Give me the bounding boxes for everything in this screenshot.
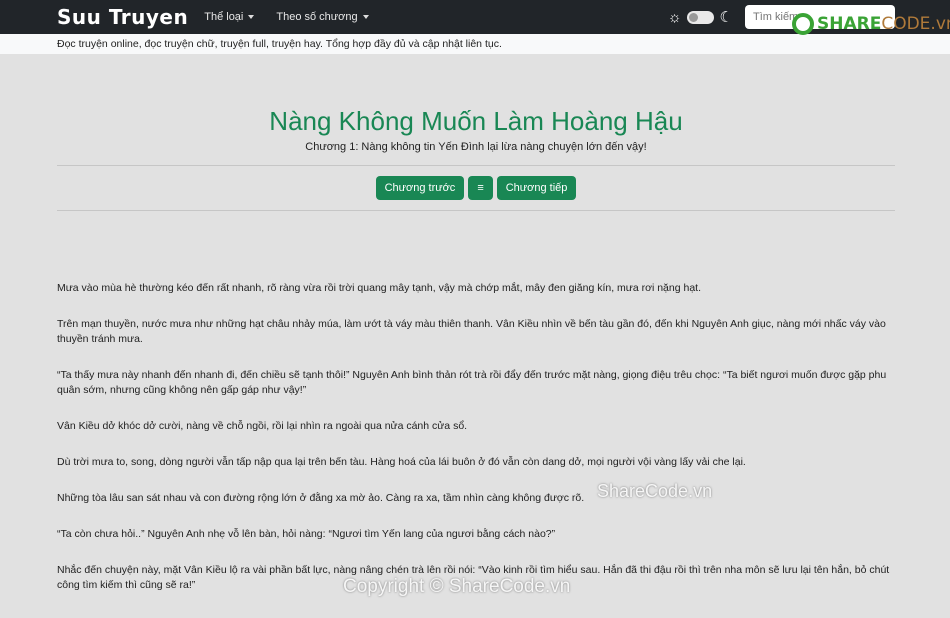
caret-down-icon (362, 15, 369, 20)
sun-icon: ☼ (667, 8, 682, 26)
genre-label: Thể loại (204, 11, 244, 23)
paragraph: Trên mạn thuyền, nước mưa như những hạt … (57, 318, 886, 345)
caret-down-icon (248, 15, 255, 20)
sharecode-watermark-logo: SHARE CODE.vn (792, 13, 950, 35)
watermark-text: ShareCode.vn (597, 481, 713, 501)
paragraph: Những tòa lâu san sát nhau và con đường … (57, 492, 585, 504)
chapter-count-label: Theo số chương (276, 11, 358, 23)
chapter-title: Chương 1: Nàng không tin Yến Đình lại lừ… (305, 141, 647, 153)
moon-icon: ☾ (719, 9, 733, 26)
chapter-container: Nàng Không Muốn Làm Hoàng Hậu Chương 1: … (57, 105, 895, 593)
next-chapter-button[interactable]: Chương tiếp (496, 176, 577, 200)
story-title[interactable]: Nàng Không Muốn Làm Hoàng Hậu (57, 105, 895, 137)
chapter-list-button[interactable]: ≡ (468, 176, 493, 200)
paragraph: “Ta thấy mưa này nhanh đến nhanh đi, đến… (57, 369, 887, 396)
divider (57, 165, 895, 166)
tagline: Đọc truyện online, đọc truyện chữ, truyệ… (0, 34, 950, 54)
divider (57, 210, 895, 211)
chapter-nav: Chương trước ≡ Chương tiếp (57, 176, 895, 200)
chapter-count-dropdown[interactable]: Theo số chương (276, 11, 369, 23)
paragraph: “Ta còn chưa hỏi..” Nguyên Anh nhẹ vỗ lê… (57, 528, 556, 540)
copyright-watermark: Copyright © ShareCode.vn (343, 576, 571, 597)
paragraph: Mưa vào mùa hè thường kéo đến rất nhanh,… (57, 282, 701, 294)
theme-toggle[interactable] (686, 10, 714, 24)
prev-chapter-button[interactable]: Chương trước (375, 176, 465, 200)
chapter-content: Mưa vào mùa hè thường kéo đến rất nhanh,… (57, 281, 895, 593)
logo-icon (792, 13, 814, 35)
paragraph: Dù trời mưa to, song, dòng người vẫn tấp… (57, 456, 746, 468)
paragraph: Vân Kiều dở khóc dở cười, nàng về chỗ ng… (57, 420, 468, 432)
brand-logo[interactable]: Suu Truyen (57, 5, 188, 29)
genre-dropdown[interactable]: Thể loại (204, 11, 255, 23)
